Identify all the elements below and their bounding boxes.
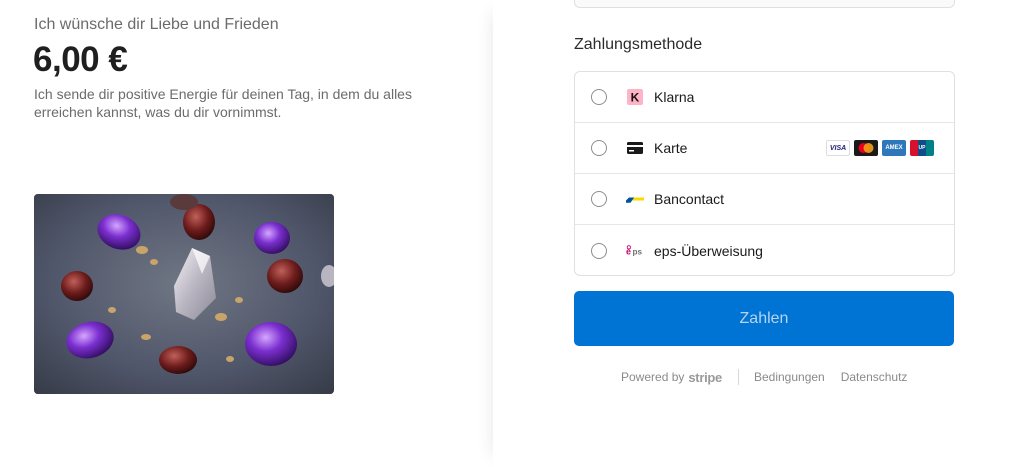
- svg-text:K: K: [631, 91, 640, 105]
- footer: Powered by stripe Bedingungen Datenschut…: [621, 369, 923, 385]
- card-icon: [626, 140, 644, 156]
- eps-label: eps-Überweisung: [654, 242, 763, 259]
- payment-methods-list: K Klarna Karte VISA AMEX UP Bancontact e…: [574, 71, 955, 276]
- visa-icon: VISA: [826, 140, 850, 156]
- gemstones-photo: [34, 194, 334, 394]
- checkout-page: Ich wünsche dir Liebe und Frieden 6,00 €…: [0, 0, 1015, 467]
- product-name: Ich wünsche dir Liebe und Frieden: [34, 16, 279, 33]
- eps-icon: e ps: [626, 243, 644, 259]
- payment-method-title: Zahlungsmethode: [574, 36, 703, 53]
- terms-link[interactable]: Bedingungen: [754, 370, 825, 384]
- product-description: Ich sende dir positive Energie für deine…: [34, 86, 412, 120]
- amex-icon: AMEX: [882, 140, 906, 156]
- privacy-link[interactable]: Datenschutz: [841, 370, 908, 384]
- klarna-radio[interactable]: [591, 89, 607, 105]
- klarna-icon: K: [626, 89, 644, 105]
- card-radio[interactable]: [591, 140, 607, 156]
- product-summary-panel: Ich wünsche dir Liebe und Frieden 6,00 €…: [0, 0, 493, 467]
- mastercard-icon: [854, 140, 878, 156]
- powered-by-text: Powered by: [621, 370, 685, 384]
- payment-method-bancontact[interactable]: Bancontact: [575, 174, 954, 225]
- eps-radio[interactable]: [591, 242, 607, 259]
- svg-text:ps: ps: [633, 247, 643, 256]
- stripe-logo: stripe: [688, 369, 722, 385]
- bancontact-label: Bancontact: [654, 191, 725, 207]
- pay-button[interactable]: Zahlen: [574, 291, 954, 346]
- payment-method-eps[interactable]: e ps eps-Überweisung: [575, 225, 954, 275]
- previous-field-bottom[interactable]: [574, 0, 955, 8]
- unionpay-icon: UP: [910, 140, 934, 156]
- card-label: Karte: [654, 140, 688, 156]
- product-price: 6,00 €: [33, 40, 128, 79]
- payment-method-card[interactable]: Karte VISA AMEX UP: [575, 123, 954, 174]
- klarna-label: Klarna: [654, 89, 695, 105]
- powered-by-stripe[interactable]: Powered by stripe: [621, 370, 722, 385]
- card-brands: VISA AMEX UP: [826, 140, 934, 156]
- payment-method-klarna[interactable]: K Klarna: [575, 72, 954, 123]
- footer-divider: [737, 369, 739, 385]
- bancontact-radio[interactable]: [591, 191, 607, 207]
- product-image: [34, 194, 334, 394]
- bancontact-icon: [626, 191, 644, 207]
